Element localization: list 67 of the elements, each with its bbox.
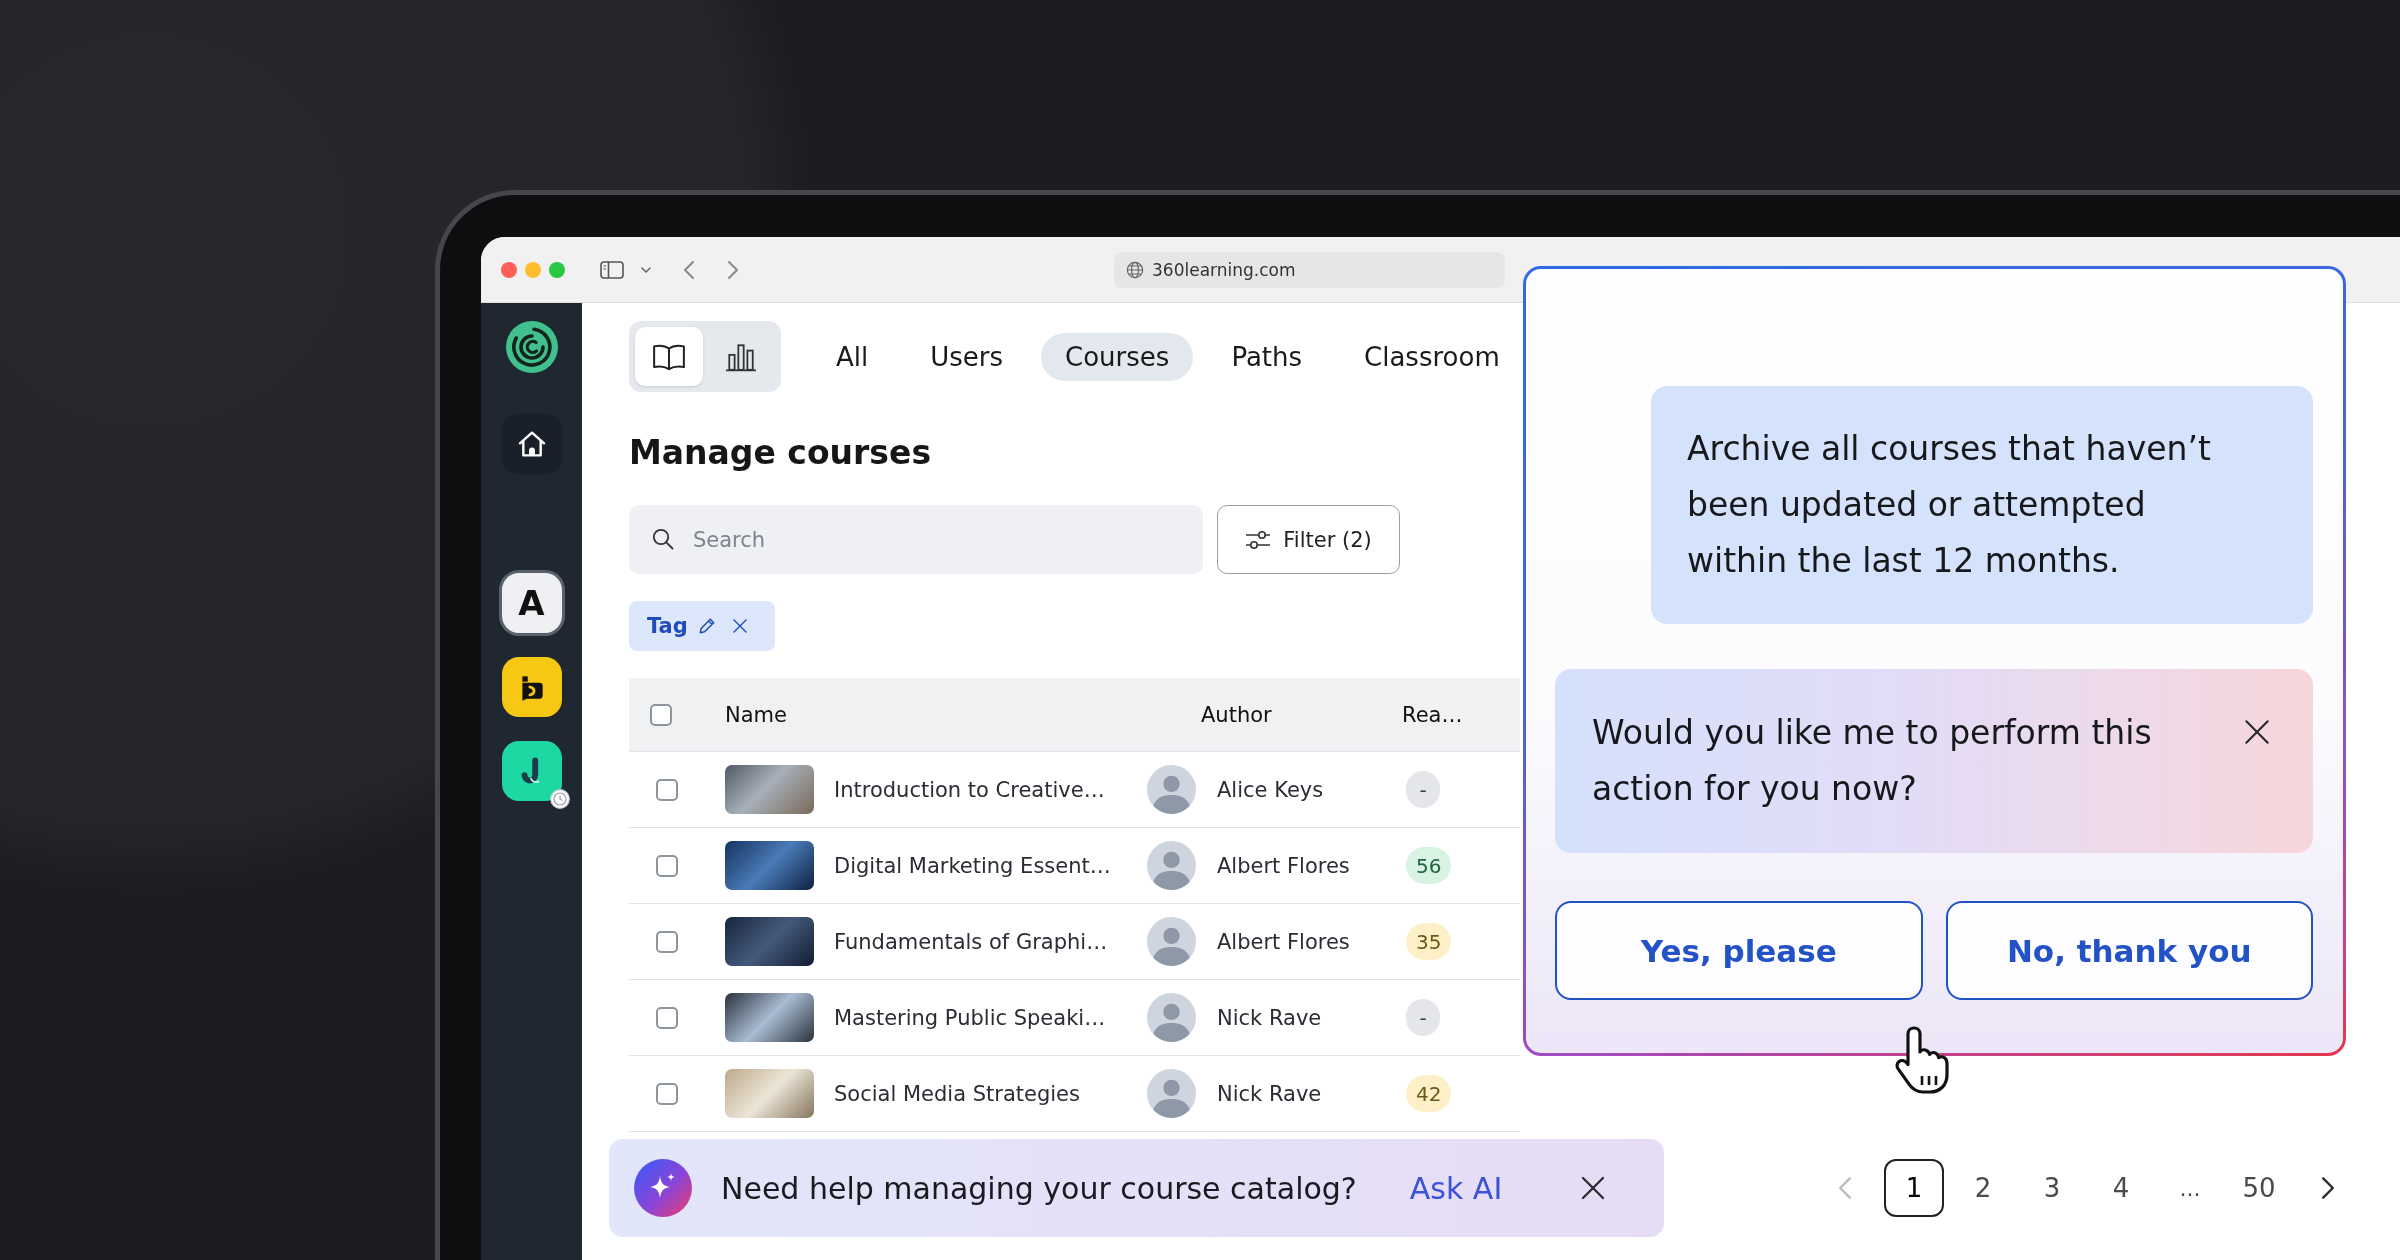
avatar-icon (1147, 1069, 1196, 1118)
reads-count: 56 (1406, 847, 1452, 884)
author-name: Nick Rave (1217, 1081, 1322, 1106)
search-icon (651, 527, 675, 551)
action-button[interactable]: Yes, please (1555, 901, 1923, 1000)
home-button[interactable] (501, 414, 562, 474)
avatar-icon (1147, 917, 1196, 966)
column-header: Author (1201, 702, 1272, 727)
filter-chip-label: Tag (647, 614, 688, 638)
action-button[interactable]: No, thank you (1945, 901, 2313, 1000)
reads-count: 35 (1406, 923, 1452, 960)
page-button[interactable]: 2 (1953, 1159, 2013, 1217)
column-header: Name (725, 702, 787, 727)
nav-tab[interactable]: All (812, 332, 893, 381)
url-text: 360learning.com (1152, 259, 1296, 280)
avatar-icon (1147, 765, 1196, 814)
workspace-tile[interactable]: A (501, 573, 562, 633)
book-view-button[interactable] (635, 327, 703, 386)
page-ellipsis: ... (2178, 1174, 2202, 1203)
row-checkbox[interactable] (656, 1082, 678, 1105)
bar-chart-icon (725, 341, 757, 372)
course-name: Digital Marketing Essent… (834, 853, 1111, 878)
nav-tab[interactable]: Paths (1207, 332, 1327, 381)
page-button[interactable]: 3 (2022, 1159, 2082, 1217)
row-checkbox[interactable] (656, 854, 678, 877)
sidebar-toggle-icon[interactable] (600, 260, 624, 279)
reads-count: - (1406, 999, 1440, 1036)
app-logo-icon (505, 321, 558, 373)
banner-text: Need help managing your course catalog? (721, 1170, 1357, 1206)
course-name: Fundamentals of Graphi… (834, 929, 1108, 954)
page-button[interactable]: 4 (2091, 1159, 2151, 1217)
search-field[interactable]: Search (629, 505, 1203, 574)
row-checkbox[interactable] (656, 1006, 678, 1029)
author-name: Alice Keys (1217, 777, 1324, 802)
ask-ai-link[interactable]: Ask AI (1409, 1170, 1503, 1206)
caret-icon[interactable] (641, 266, 651, 273)
select-all-checkbox[interactable] (650, 703, 672, 726)
page-button[interactable]: 1 (1884, 1159, 1944, 1217)
sliders-icon (1245, 528, 1272, 551)
page-button[interactable]: 50 (2229, 1159, 2289, 1217)
chevron-left-icon[interactable] (683, 259, 695, 280)
row-checkbox[interactable] (656, 778, 678, 801)
workspace-tile[interactable] (501, 741, 562, 801)
author-name: Nick Rave (1217, 1005, 1322, 1030)
close-window-button[interactable] (501, 261, 517, 278)
course-name: Introduction to Creative… (834, 777, 1105, 802)
user-message: Archive all courses that haven’t been updated or attempted within the last 12 months. (1651, 386, 2313, 624)
row-checkbox[interactable] (656, 930, 678, 953)
assistant-message-text: Would you like me to perform this action for you now? (1592, 712, 2153, 810)
page-title: Manage courses (629, 432, 932, 474)
course-name: Social Media Strategies (834, 1081, 1080, 1106)
address-bar[interactable]: 360learning.com (1114, 251, 1505, 288)
filter-button[interactable]: Filter (2) (1217, 505, 1400, 574)
globe-icon (1126, 260, 1144, 279)
course-name: Mastering Public Speaki… (834, 1005, 1106, 1030)
reads-count: - (1406, 771, 1440, 808)
nav-tab[interactable]: Courses (1041, 332, 1194, 381)
nav-tab[interactable]: Users (906, 332, 1028, 381)
sparkle-icon[interactable] (634, 1159, 692, 1217)
avatar-icon (1147, 993, 1196, 1042)
nav-tab[interactable]: Classroom (1340, 332, 1524, 381)
author-name: Albert Flores (1217, 929, 1350, 954)
column-header: Rea… (1402, 702, 1463, 727)
author-name: Albert Flores (1217, 853, 1350, 878)
avatar-icon (1147, 841, 1196, 890)
reads-count: 42 (1406, 1075, 1452, 1112)
workspace-tile[interactable] (501, 657, 562, 717)
